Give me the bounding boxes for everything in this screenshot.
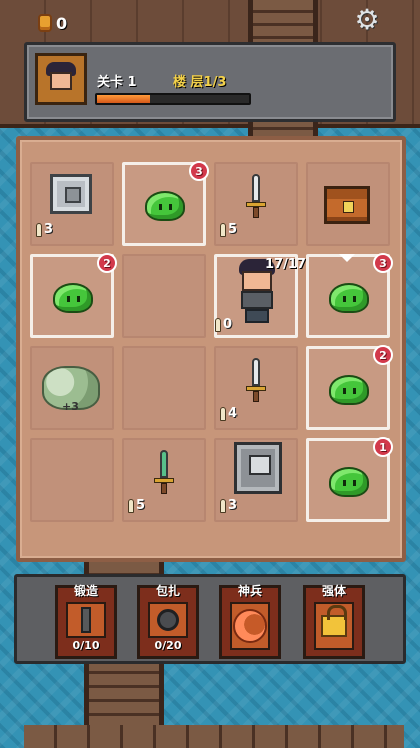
heart-badge: 1 bbox=[373, 437, 393, 457]
cell-r2c2[interactable] bbox=[122, 254, 206, 338]
bandage-button[interactable]: 包扎 0/20 bbox=[137, 584, 199, 659]
bandage-count: 0/20 bbox=[154, 639, 182, 652]
sword-mini-icon bbox=[128, 498, 134, 513]
floor-progress-bar bbox=[95, 93, 251, 105]
forge-button[interactable]: 锻造 0/10 bbox=[55, 584, 117, 659]
floor-label: 楼 层1/3 bbox=[173, 75, 227, 90]
heart-badge: 3 bbox=[189, 161, 209, 181]
bandage-label: 包扎 bbox=[155, 584, 180, 598]
player-avatar[interactable] bbox=[35, 53, 87, 105]
attack-value: 3 bbox=[228, 498, 238, 513]
heart-badge: 2 bbox=[373, 345, 393, 365]
cell-r3c1[interactable]: +3 bbox=[30, 346, 114, 430]
attack-value: 0 bbox=[223, 317, 233, 332]
cell-r3c4[interactable]: 2 bbox=[306, 345, 393, 430]
game-board: 3 3 5 2 17/17 0 3 +3 4 2 5 3 1 bbox=[16, 136, 406, 562]
avatar-face-icon bbox=[44, 62, 78, 96]
settings-gear-icon[interactable]: ⚙ bbox=[352, 3, 382, 36]
sword-mini-icon bbox=[215, 317, 221, 332]
sword-mini-icon bbox=[36, 222, 42, 237]
dock-bottom bbox=[24, 725, 404, 748]
attack-value: 4 bbox=[228, 406, 238, 421]
heart-badge: 2 bbox=[97, 253, 117, 273]
forge-label: 锻造 bbox=[73, 584, 98, 598]
slime-icon bbox=[329, 375, 369, 405]
level-label: 关卡 1 bbox=[97, 75, 137, 90]
strengthen-label: 强体 bbox=[321, 584, 346, 598]
rock-bonus: +3 bbox=[62, 400, 79, 413]
safe-icon bbox=[50, 174, 92, 214]
robot-guard-icon bbox=[234, 442, 282, 494]
attack-value: 3 bbox=[44, 222, 54, 237]
treasure-chest-icon bbox=[324, 186, 370, 224]
attack-stat: 5 bbox=[128, 498, 145, 513]
sword-mini-icon bbox=[220, 406, 226, 421]
cell-r2c1[interactable]: 2 bbox=[30, 253, 117, 338]
cell-r2c3-hero[interactable]: 17/17 0 bbox=[214, 254, 306, 338]
strengthen-button[interactable]: 强体 bbox=[303, 584, 365, 659]
forge-count: 0/10 bbox=[72, 639, 100, 652]
hero-hp: 17/17 bbox=[265, 257, 306, 272]
cell-r3c2[interactable] bbox=[122, 346, 206, 430]
cell-r1c4[interactable] bbox=[306, 162, 390, 246]
coin-icon bbox=[38, 14, 52, 32]
attack-stat: 3 bbox=[36, 222, 53, 237]
attack-value: 5 bbox=[136, 498, 146, 513]
crescent-icon bbox=[233, 609, 267, 643]
cell-r2c4[interactable]: 3 bbox=[306, 253, 393, 338]
sword-mini-icon bbox=[220, 222, 226, 237]
lock-icon bbox=[321, 605, 347, 637]
forge-icon-box bbox=[66, 602, 106, 638]
attack-stat: 5 bbox=[220, 222, 237, 237]
divine-weapon-button[interactable]: 神兵 bbox=[219, 584, 281, 659]
cell-r4c2[interactable]: 5 bbox=[122, 438, 206, 522]
coin-count: 0 bbox=[56, 13, 68, 33]
cell-r4c1[interactable] bbox=[30, 438, 114, 522]
cell-r1c3[interactable]: 5 bbox=[214, 162, 298, 246]
action-bar: 锻造 0/10 包扎 0/20 神兵 强体 bbox=[14, 574, 406, 664]
divine-weapon-icon-box bbox=[230, 602, 270, 650]
strengthen-icon-box bbox=[314, 602, 354, 650]
divine-weapon-label: 神兵 bbox=[237, 584, 262, 598]
sword-icon bbox=[246, 358, 266, 402]
cell-r1c1[interactable]: 3 bbox=[30, 162, 114, 246]
hammer-icon bbox=[81, 607, 91, 633]
slime-icon bbox=[329, 283, 369, 313]
cell-r4c4[interactable]: 1 bbox=[306, 437, 393, 522]
attack-stat: 0 bbox=[215, 317, 232, 332]
cell-r1c2[interactable]: 3 bbox=[122, 161, 209, 246]
attack-stat: 3 bbox=[220, 498, 237, 513]
bandage-roll-icon bbox=[157, 609, 179, 631]
coin-counter: 0 bbox=[38, 12, 78, 34]
sword-mini-icon bbox=[220, 498, 226, 513]
sword-icon bbox=[246, 174, 266, 218]
cell-r3c3[interactable]: 4 bbox=[214, 346, 298, 430]
heart-badge: 3 bbox=[373, 253, 393, 273]
cell-r4c3[interactable]: 3 bbox=[214, 438, 298, 522]
slime-icon bbox=[145, 191, 185, 221]
attack-value: 5 bbox=[228, 222, 238, 237]
slime-icon bbox=[329, 467, 369, 497]
attack-stat: 4 bbox=[220, 406, 237, 421]
floor-progress-fill bbox=[97, 95, 151, 103]
header-panel: 关卡 1 楼 层1/3 bbox=[24, 42, 396, 122]
green-sword-icon bbox=[154, 450, 174, 494]
bandage-icon-box bbox=[148, 602, 188, 638]
direction-arrow-icon bbox=[339, 254, 355, 262]
slime-icon bbox=[53, 283, 93, 313]
